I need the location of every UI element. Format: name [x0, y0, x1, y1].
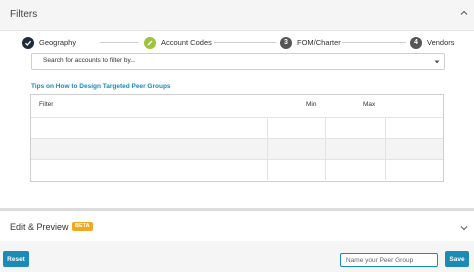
- step-connector: [100, 42, 138, 43]
- search-placeholder: Search for accounts to filter by...: [43, 57, 136, 64]
- step-account-codes[interactable]: Account Codes: [144, 36, 212, 49]
- step-label: Vendors: [427, 38, 455, 47]
- step-vendors[interactable]: 4 Vendors: [410, 36, 455, 49]
- step-connector: [214, 42, 276, 43]
- table-row: [31, 159, 443, 180]
- beta-badge: BETA: [72, 222, 93, 231]
- filter-table: Filter Min Max: [30, 94, 444, 182]
- step-number: 4: [410, 36, 422, 49]
- caret-down-icon: [434, 60, 440, 64]
- column-header-min: Min: [306, 101, 317, 108]
- step-geography[interactable]: Geography: [22, 36, 76, 49]
- step-label: FOM/Charter: [297, 38, 341, 47]
- step-fom-charter[interactable]: 3 FOM/Charter: [280, 36, 341, 49]
- check-icon: [22, 36, 34, 49]
- reset-button[interactable]: Reset: [3, 251, 29, 267]
- column-header-max: Max: [363, 101, 376, 108]
- pencil-icon: [144, 36, 156, 49]
- column-header-filter: Filter: [39, 101, 54, 108]
- table-row: [31, 117, 443, 138]
- account-search-select[interactable]: Search for accounts to filter by...: [31, 53, 445, 70]
- peer-group-name-input[interactable]: [340, 253, 438, 267]
- step-number: 3: [280, 36, 292, 49]
- save-button[interactable]: Save: [445, 251, 469, 267]
- table-row: [31, 138, 443, 159]
- edit-preview-header[interactable]: Edit & Preview BETA: [0, 211, 474, 242]
- step-connector: [342, 42, 406, 43]
- tips-link[interactable]: Tips on How to Design Targeted Peer Grou…: [31, 83, 171, 90]
- chevron-down-icon[interactable]: [459, 224, 469, 232]
- edit-preview-title: Edit & Preview: [10, 222, 69, 232]
- filters-title: Filters: [10, 9, 38, 20]
- filter-steps: Geography Account Codes 3 FOM/Charter 4 …: [22, 36, 455, 50]
- step-label: Account Codes: [161, 38, 212, 47]
- step-label: Geography: [39, 38, 77, 47]
- chevron-up-icon[interactable]: [459, 8, 469, 18]
- filters-header[interactable]: Filters: [0, 0, 474, 31]
